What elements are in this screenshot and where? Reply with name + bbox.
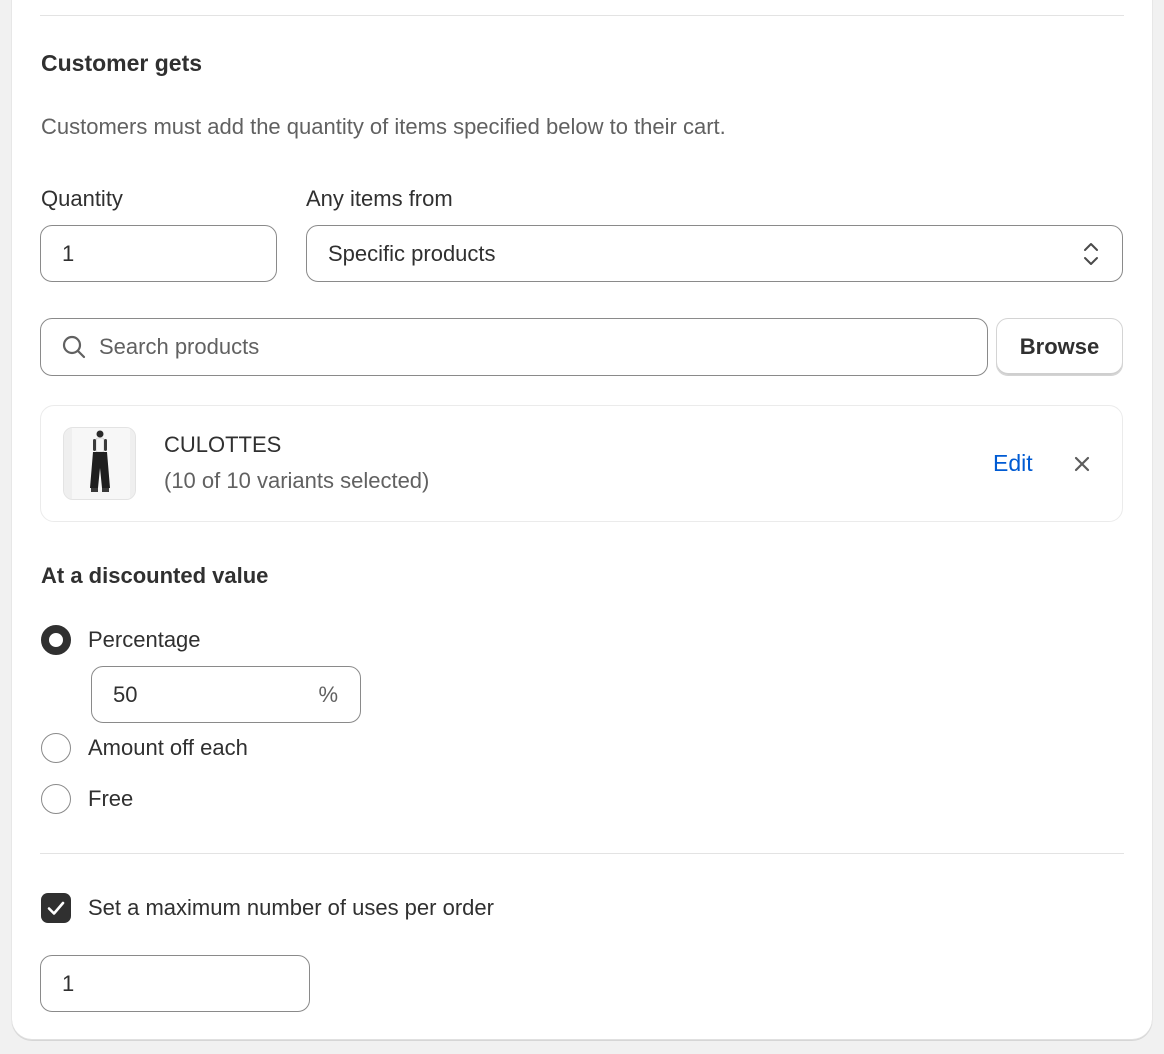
product-thumbnail	[63, 427, 136, 500]
amount-off-label: Amount off each	[88, 735, 248, 760]
selected-product-card: CULOTTES (10 of 10 variants selected) Ed…	[40, 405, 1123, 522]
product-variants: (10 of 10 variants selected)	[164, 468, 430, 493]
checkmark-icon	[47, 901, 65, 915]
amount-off-radio[interactable]	[41, 733, 71, 763]
items-from-select[interactable]: Specific products	[306, 225, 1123, 282]
max-uses-checkbox[interactable]	[41, 893, 71, 923]
max-uses-value: 1	[62, 970, 75, 996]
percentage-radio[interactable]	[41, 625, 71, 655]
quantity-label: Quantity	[41, 186, 123, 211]
section-divider	[40, 853, 1124, 854]
percentage-input[interactable]: 50 %	[91, 666, 361, 723]
product-name: CULOTTES	[164, 432, 282, 457]
max-uses-label: Set a maximum number of uses per order	[88, 895, 494, 920]
top-divider	[40, 15, 1124, 16]
search-placeholder: Search products	[99, 334, 260, 359]
discount-title: At a discounted value	[41, 563, 269, 588]
section-title: Customer gets	[41, 50, 203, 76]
quantity-input[interactable]: 1	[40, 225, 277, 282]
max-uses-input[interactable]: 1	[40, 955, 310, 1012]
items-from-selected: Specific products	[328, 240, 496, 266]
quantity-value: 1	[62, 240, 75, 266]
free-radio[interactable]	[41, 784, 71, 814]
percentage-suffix: %	[318, 681, 338, 707]
product-image-icon	[64, 428, 135, 499]
select-chevron-icon	[1084, 242, 1098, 265]
browse-button[interactable]: Browse	[996, 318, 1123, 376]
percentage-label: Percentage	[88, 627, 201, 652]
percentage-value: 50	[113, 681, 138, 707]
edit-product-link[interactable]: Edit	[993, 450, 1033, 477]
section-description: Customers must add the quantity of items…	[41, 114, 726, 139]
search-icon	[62, 335, 86, 359]
search-products-input[interactable]: Search products	[40, 318, 988, 376]
free-label: Free	[88, 786, 134, 811]
remove-product-icon[interactable]	[1073, 455, 1091, 473]
items-from-label: Any items from	[306, 186, 453, 211]
